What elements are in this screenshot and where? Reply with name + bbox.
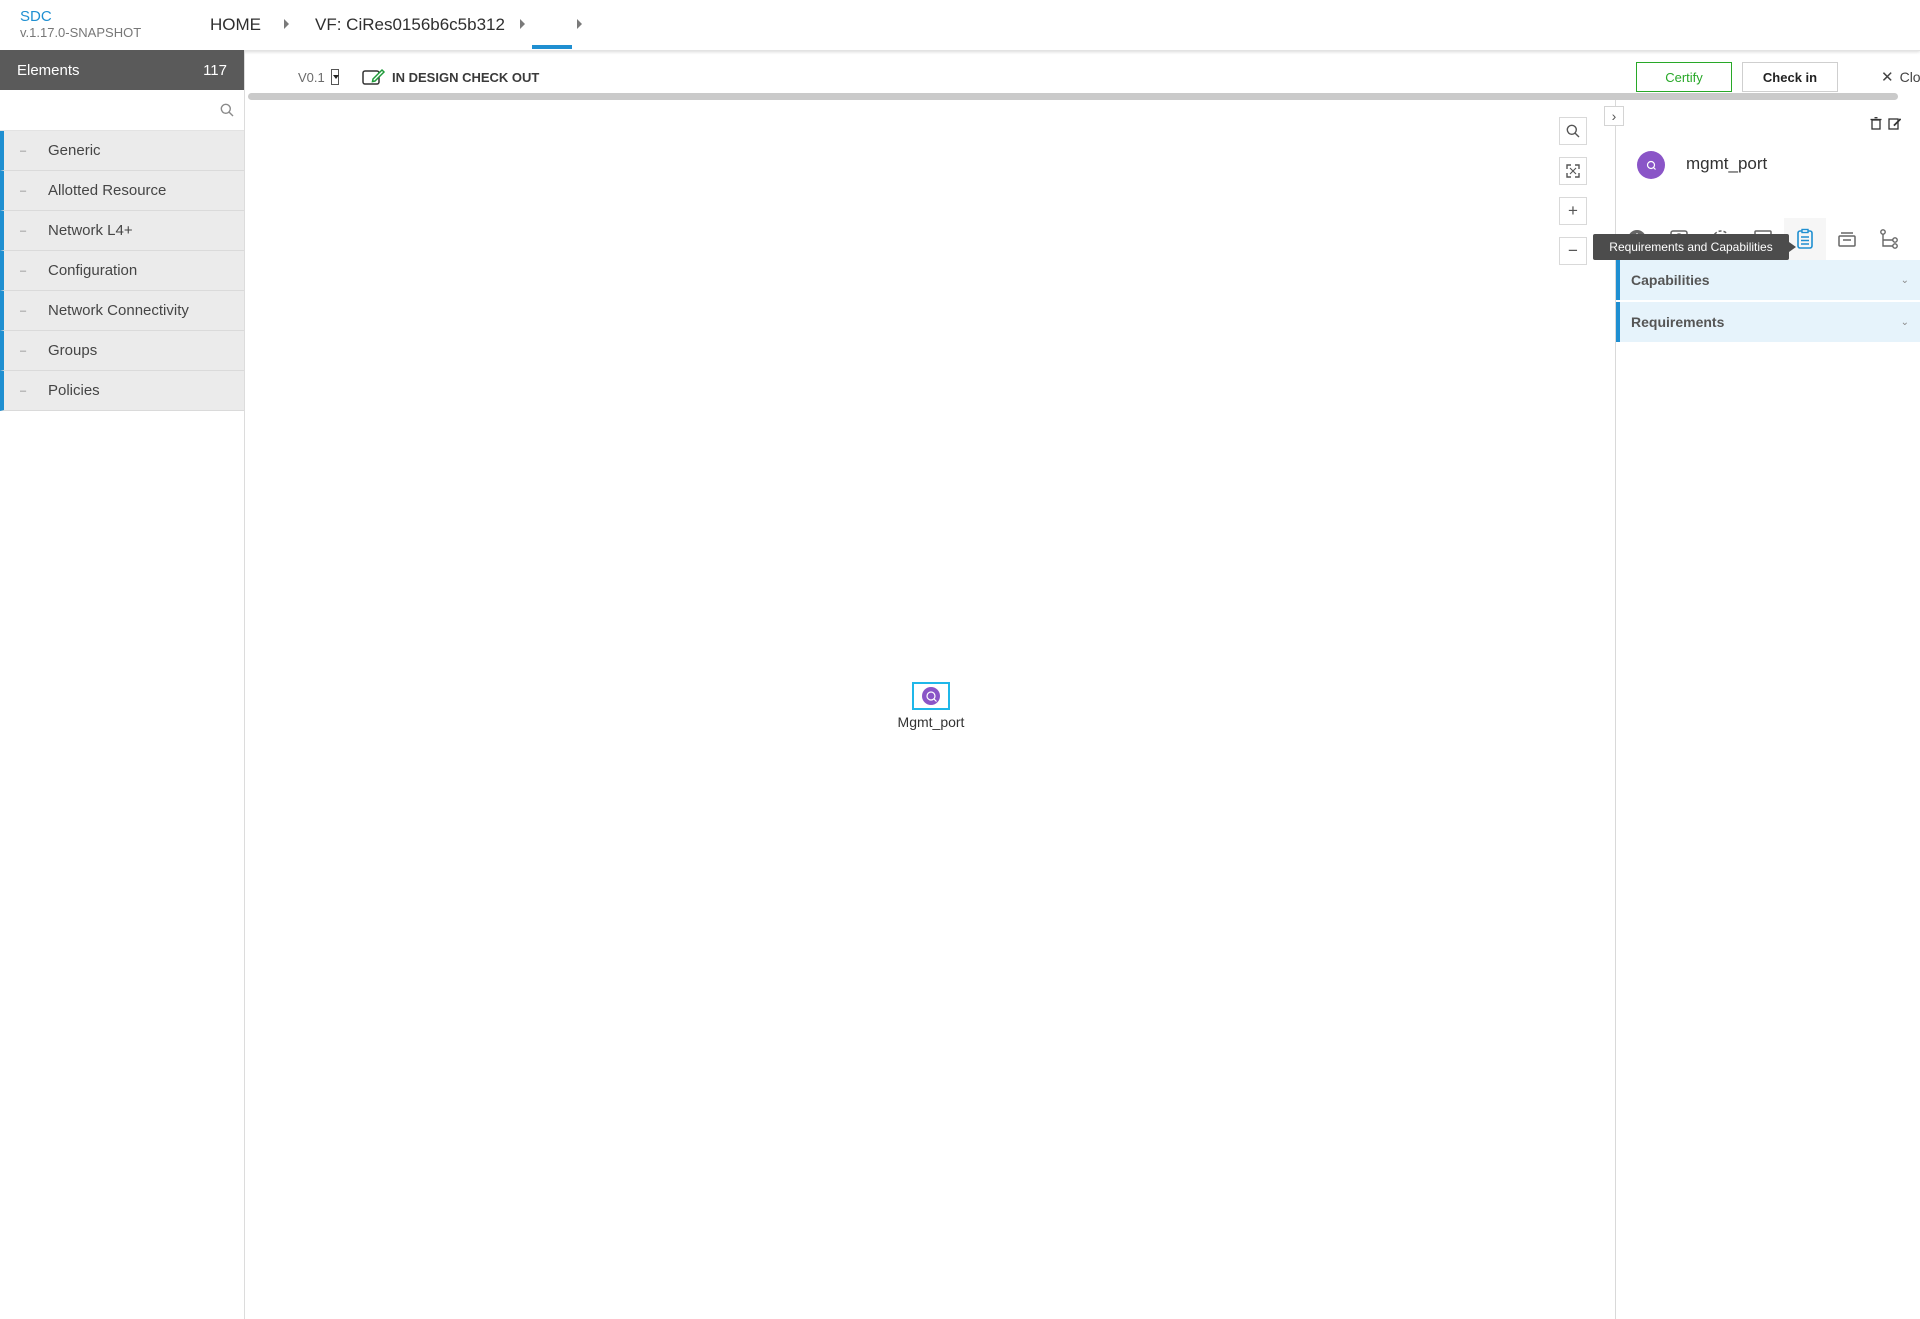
breadcrumb-home[interactable]: HOME [210,15,261,35]
checkin-button[interactable]: Check in [1742,62,1838,92]
tab-requirements-capabilities[interactable] [1784,218,1826,260]
search-icon [1566,124,1580,138]
palette-group-label: Allotted Resource [48,182,167,199]
breadcrumb-arrow-icon[interactable] [284,19,289,29]
palette-group-policies[interactable]: – Policies [0,371,244,411]
details-panel: › mgmt_port Requirements and Capabilitie… [1593,100,1920,1319]
zoom-in-button[interactable]: + [1559,197,1587,225]
palette-group-label: Configuration [48,262,138,279]
collapse-icon: – [20,344,27,357]
collapse-icon: – [20,224,27,237]
palette-count: 117 [203,61,227,79]
tab-tooltip: Requirements and Capabilities [1593,234,1796,260]
composition-icon [1880,229,1898,249]
palette-group-groups[interactable]: – Groups [0,331,244,371]
delete-icon[interactable] [1870,117,1882,130]
elements-palette: Elements 117 – Generic – Allotted Resour… [0,50,245,1319]
component-icon [1637,151,1665,179]
search-icon[interactable] [220,103,234,117]
palette-group-generic[interactable]: – Generic [0,131,244,171]
lifecycle-status: IN DESIGN CHECK OUT [392,70,540,85]
breadcrumb-active-indicator [532,45,572,49]
tab-composition[interactable] [1868,218,1910,260]
workspace-toolbar: V0.1 IN DESIGN CHECK OUT Certify Check i… [245,50,1920,94]
chevron-right-icon: › [1611,108,1617,124]
palette-search-input[interactable] [0,90,244,130]
version-selector[interactable]: V0.1 [298,70,325,85]
palette-group-label: Network Connectivity [48,302,189,319]
collapse-icon: – [20,384,27,397]
close-icon: ✕ [1881,69,1894,86]
horizontal-scrollbar[interactable] [248,93,1898,100]
canvas-node-mgmt-port[interactable]: Mgmt_port [898,682,964,730]
version-dropdown-icon[interactable] [331,69,339,85]
checkout-status-icon [362,68,386,85]
zoom-out-icon: − [1568,241,1578,260]
section-title: Requirements [1631,314,1725,330]
api-icon [1838,232,1856,247]
app-logo[interactable]: SDC v.1.17.0-SNAPSHOT [20,9,141,41]
section-title: Capabilities [1631,272,1710,288]
palette-group-label: Policies [48,382,100,399]
breadcrumb-arrow-icon[interactable] [520,19,525,29]
palette-group-label: Groups [48,342,98,359]
palette-group-label: Generic [48,142,101,159]
port-icon [922,687,940,705]
requirements-capabilities-icon [1797,228,1813,249]
canvas-search-button[interactable] [1559,117,1587,145]
capabilities-section[interactable]: Capabilities ⌄ [1616,260,1920,300]
app-name: SDC [20,8,52,25]
palette-title: Elements [17,61,80,79]
breadcrumb-arrow-icon[interactable] [577,19,582,29]
edit-icon[interactable] [1888,117,1901,130]
requirements-section[interactable]: Requirements ⌄ [1616,302,1920,342]
node-label: Mgmt_port [897,714,965,730]
chevron-down-icon: ⌄ [1900,316,1909,328]
chevron-down-icon: ⌄ [1900,274,1909,286]
component-name: mgmt_port [1686,154,1768,173]
close-button[interactable]: ✕ Clo [1881,68,1920,86]
palette-group-network-l4[interactable]: – Network L4+ [0,211,244,251]
composition-canvas[interactable]: + − Mgmt_port [245,100,1615,1319]
top-header: SDC v.1.17.0-SNAPSHOT HOME VF: CiRes0156… [0,0,1920,51]
collapse-icon: – [20,304,27,317]
collapse-panel-button[interactable]: › [1604,106,1624,126]
palette-group-configuration[interactable]: – Configuration [0,251,244,291]
palette-search [0,90,244,131]
breadcrumb-vf[interactable]: VF: CiRes0156b6c5b312 [315,15,505,35]
node-selection-frame[interactable] [912,682,950,710]
zoom-in-icon: + [1568,201,1578,220]
port-icon [1646,160,1656,170]
zoom-out-button[interactable]: − [1559,237,1587,265]
tab-api[interactable] [1826,218,1868,260]
collapse-icon: – [20,264,27,277]
collapse-icon: – [20,144,27,157]
palette-header: Elements 117 [0,50,244,90]
close-label: Clo [1899,69,1920,85]
fit-screen-icon [1566,164,1580,178]
palette-group-label: Network L4+ [48,222,133,239]
palette-group-allotted-resource[interactable]: – Allotted Resource [0,171,244,211]
app-version: v.1.17.0-SNAPSHOT [20,25,142,40]
palette-group-network-connectivity[interactable]: – Network Connectivity [0,291,244,331]
collapse-icon: – [20,184,27,197]
fit-screen-button[interactable] [1559,157,1587,185]
certify-button[interactable]: Certify [1636,62,1732,92]
